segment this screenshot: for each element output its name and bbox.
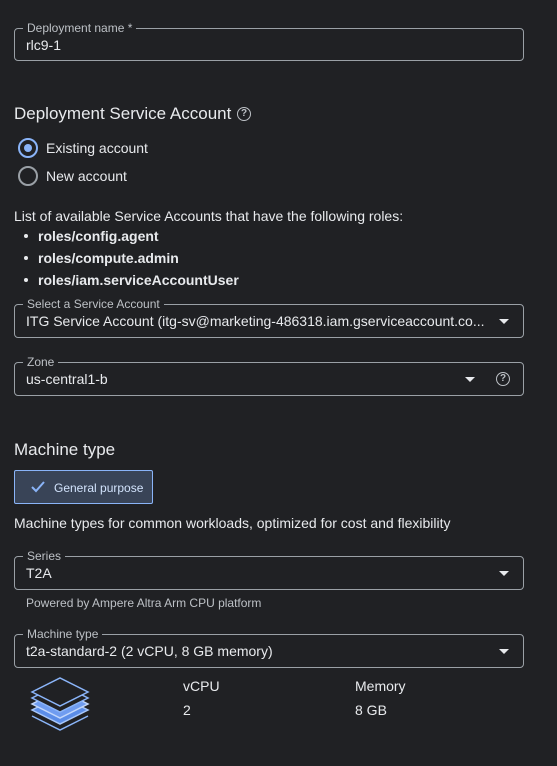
vcpu-label: vCPU (183, 678, 220, 694)
role-item: roles/compute.admin (38, 250, 179, 266)
help-circle-icon[interactable]: ? (237, 107, 251, 121)
service-account-select[interactable]: Select a Service Account ITG Service Acc… (14, 297, 524, 338)
machine-type-description: Machine types for common workloads, opti… (14, 515, 451, 531)
existing-account-radio[interactable] (18, 138, 38, 158)
role-item: roles/iam.serviceAccountUser (38, 272, 239, 288)
memory-value: 8 GB (355, 702, 387, 718)
bullet (24, 256, 28, 260)
existing-account-label[interactable]: Existing account (46, 140, 148, 156)
bullet (24, 234, 28, 238)
new-account-radio[interactable] (18, 166, 38, 186)
zone-label: Zone (23, 355, 59, 369)
series-value[interactable]: T2A (26, 565, 52, 581)
roles-intro: List of available Service Accounts that … (14, 208, 404, 224)
zone-value[interactable]: us-central1-b (26, 371, 108, 387)
new-account-label[interactable]: New account (46, 168, 127, 184)
deployment-name-field[interactable]: Deployment name * rlc9-1 (14, 21, 524, 61)
machine-type-select[interactable]: Machine type t2a-standard-2 (2 vCPU, 8 G… (14, 627, 524, 668)
machine-type-label: Machine type (23, 627, 103, 641)
machine-type-value[interactable]: t2a-standard-2 (2 vCPU, 8 GB memory) (26, 643, 273, 659)
deployment-name-value[interactable]: rlc9-1 (26, 37, 61, 53)
dropdown-caret-icon[interactable] (465, 377, 475, 382)
bullet (24, 278, 28, 282)
general-purpose-label: General purpose (54, 481, 144, 495)
help-circle-icon[interactable]: ? (496, 372, 510, 386)
general-purpose-chip[interactable]: General purpose (14, 470, 153, 504)
role-item: roles/config.agent (38, 228, 159, 244)
machine-type-title: Machine type (14, 440, 116, 459)
deployment-name-label: Deployment name * (23, 21, 137, 35)
series-hint: Powered by Ampere Altra Arm CPU platform (26, 596, 262, 610)
check-icon (31, 481, 45, 493)
layers-stack-icon (30, 677, 90, 731)
dropdown-caret-icon[interactable] (499, 319, 509, 324)
service-account-select-value[interactable]: ITG Service Account (itg-sv@marketing-48… (26, 313, 491, 329)
series-label: Series (23, 549, 66, 563)
vcpu-value: 2 (183, 702, 191, 718)
service-account-title: Deployment Service Account (14, 104, 232, 123)
dropdown-caret-icon[interactable] (499, 571, 509, 576)
service-account-select-label: Select a Service Account (23, 297, 164, 311)
dropdown-caret-icon[interactable] (499, 649, 509, 654)
series-select[interactable]: Series T2A (14, 549, 524, 590)
memory-label: Memory (355, 678, 406, 694)
zone-select[interactable]: Zone us-central1-b ? (14, 355, 524, 396)
